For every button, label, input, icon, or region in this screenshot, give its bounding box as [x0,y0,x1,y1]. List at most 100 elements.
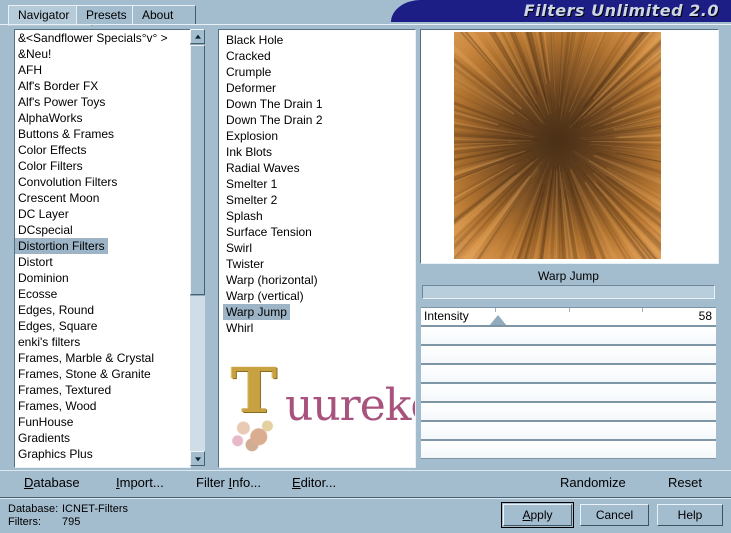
menu-import[interactable]: Import... [116,475,164,490]
filter-item[interactable]: Smelter 1 [219,176,415,192]
category-item[interactable]: DC Layer [15,206,190,222]
filter-item[interactable]: Cracked [219,48,415,64]
menu-filter-info[interactable]: Filter Info... [196,475,261,490]
category-item-label: AlphaWorks [18,111,83,125]
watermark-text: uureke [285,380,415,431]
filter-item[interactable]: Warp Jump [219,304,415,320]
filter-title: Warp Jump [538,269,599,283]
tab-separator [0,24,731,25]
tab-presets-label: Presets [86,8,127,22]
category-item[interactable]: enki's filters [15,334,190,350]
watermark-logo: T uureke [227,360,415,455]
category-item-label: Buttons & Frames [18,127,115,141]
category-item[interactable]: FunHouse [15,414,190,430]
slider-thumb[interactable] [489,315,508,325]
slider-row-empty[interactable] [421,421,716,440]
category-list[interactable]: &<Sandflower Specials°v° > &Neu! AFH Alf's … [14,29,191,468]
tab-about[interactable]: About [132,5,196,25]
slider-value: 58 [698,309,712,323]
category-item-label: Color Filters [18,159,83,173]
database-value: ICNET-Filters [62,503,128,515]
category-item[interactable]: Alf's Power Toys [15,94,190,110]
category-item-label: &Neu! [18,47,52,61]
slider-row-empty[interactable] [421,383,716,402]
category-item[interactable]: AFH [15,62,190,78]
category-item[interactable]: AlphaWorks [15,110,190,126]
filter-item-label: Deformer [226,81,277,95]
category-scrollbar[interactable] [190,29,205,466]
filter-item[interactable]: Whirl [219,320,415,336]
filter-item[interactable]: Warp (vertical) [219,288,415,304]
preview-image[interactable] [454,32,661,259]
filter-item[interactable]: Radial Waves [219,160,415,176]
category-item[interactable]: Distortion Filters [15,238,108,254]
category-item[interactable]: Gradients [15,430,190,446]
filter-item-label: Smelter 2 [226,193,278,207]
preset-bar[interactable] [422,285,715,299]
category-item[interactable]: DCspecial [15,222,190,238]
filter-item[interactable]: Splash [219,208,415,224]
filter-item[interactable]: Deformer [219,80,415,96]
category-item-label: Convolution Filters [18,175,118,189]
category-item[interactable]: Convolution Filters [15,174,190,190]
filter-item[interactable]: Twister [219,256,415,272]
help-button[interactable]: Help [657,504,723,526]
category-item[interactable]: Edges, Square [15,318,190,334]
cancel-button[interactable]: Cancel [580,504,649,526]
category-item[interactable]: Crescent Moon [15,190,190,206]
filter-item[interactable]: Crumple [219,64,415,80]
apply-button[interactable]: Apply [501,502,574,528]
slider-row-empty[interactable] [421,440,716,459]
filter-panel: Black Hole Cracked Crumple Deformer Down The… [218,29,416,468]
category-item[interactable]: Frames, Wood [15,398,190,414]
category-item[interactable]: Ecosse [15,286,190,302]
menu-reset[interactable]: Reset [668,475,702,490]
scroll-down-button[interactable] [190,451,205,466]
category-item[interactable]: Distort [15,254,190,270]
slider-row-empty[interactable] [421,402,716,421]
category-item[interactable]: Color Effects [15,142,190,158]
category-item[interactable]: Color Filters [15,158,190,174]
filter-item[interactable]: Ink Blots [219,144,415,160]
category-item[interactable]: &<Sandflower Specials°v° > [15,30,190,46]
slider-intensity[interactable]: Intensity 58 [421,307,716,326]
category-item-label: Edges, Round [18,303,95,317]
category-item[interactable]: Alf's Border FX [15,78,190,94]
category-item-label: enki's filters [18,335,81,349]
category-item-label: DCspecial [18,223,73,237]
category-item-label: AFH [18,63,42,77]
category-item[interactable]: Edges, Round [15,302,190,318]
category-item-label: Alf's Border FX [18,79,99,93]
category-item[interactable]: Graphics Plus [15,446,190,462]
menu-reset-label: Reset [668,475,702,490]
menu-randomize[interactable]: Randomize [560,475,626,490]
category-item[interactable]: Frames, Stone & Granite [15,366,190,382]
category-scroll-thumb[interactable] [190,45,205,295]
category-item-label: Dominion [18,271,69,285]
menu-bar: Database Import... Filter Info... Editor… [0,470,731,497]
filter-item[interactable]: Explosion [219,128,415,144]
slider-row-empty[interactable] [421,345,716,364]
filter-item[interactable]: Warp (horizontal) [219,272,415,288]
category-item[interactable]: Frames, Textured [15,382,190,398]
filters-label: Filters: [8,516,41,528]
category-item[interactable]: Dominion [15,270,190,286]
filter-item[interactable]: Swirl [219,240,415,256]
category-item[interactable]: &Neu! [15,46,190,62]
filter-item[interactable]: Surface Tension [219,224,415,240]
slider-row-empty[interactable] [421,326,716,345]
category-item-label: FunHouse [18,415,74,429]
filter-list[interactable]: Black Hole Cracked Crumple Deformer Down The… [219,32,415,336]
scroll-up-button[interactable] [190,29,205,44]
filter-item[interactable]: Down The Drain 2 [219,112,415,128]
menu-database[interactable]: Database [24,475,80,490]
menu-editor[interactable]: Editor... [292,475,336,490]
category-item[interactable]: Buttons & Frames [15,126,190,142]
category-item-label: Frames, Stone & Granite [18,367,151,381]
filter-item[interactable]: Smelter 2 [219,192,415,208]
filter-item[interactable]: Black Hole [219,32,415,48]
slider-row-empty[interactable] [421,364,716,383]
filter-item[interactable]: Down The Drain 1 [219,96,415,112]
category-item[interactable]: Frames, Marble & Crystal [15,350,190,366]
filter-item-label: Warp Jump [223,304,290,320]
